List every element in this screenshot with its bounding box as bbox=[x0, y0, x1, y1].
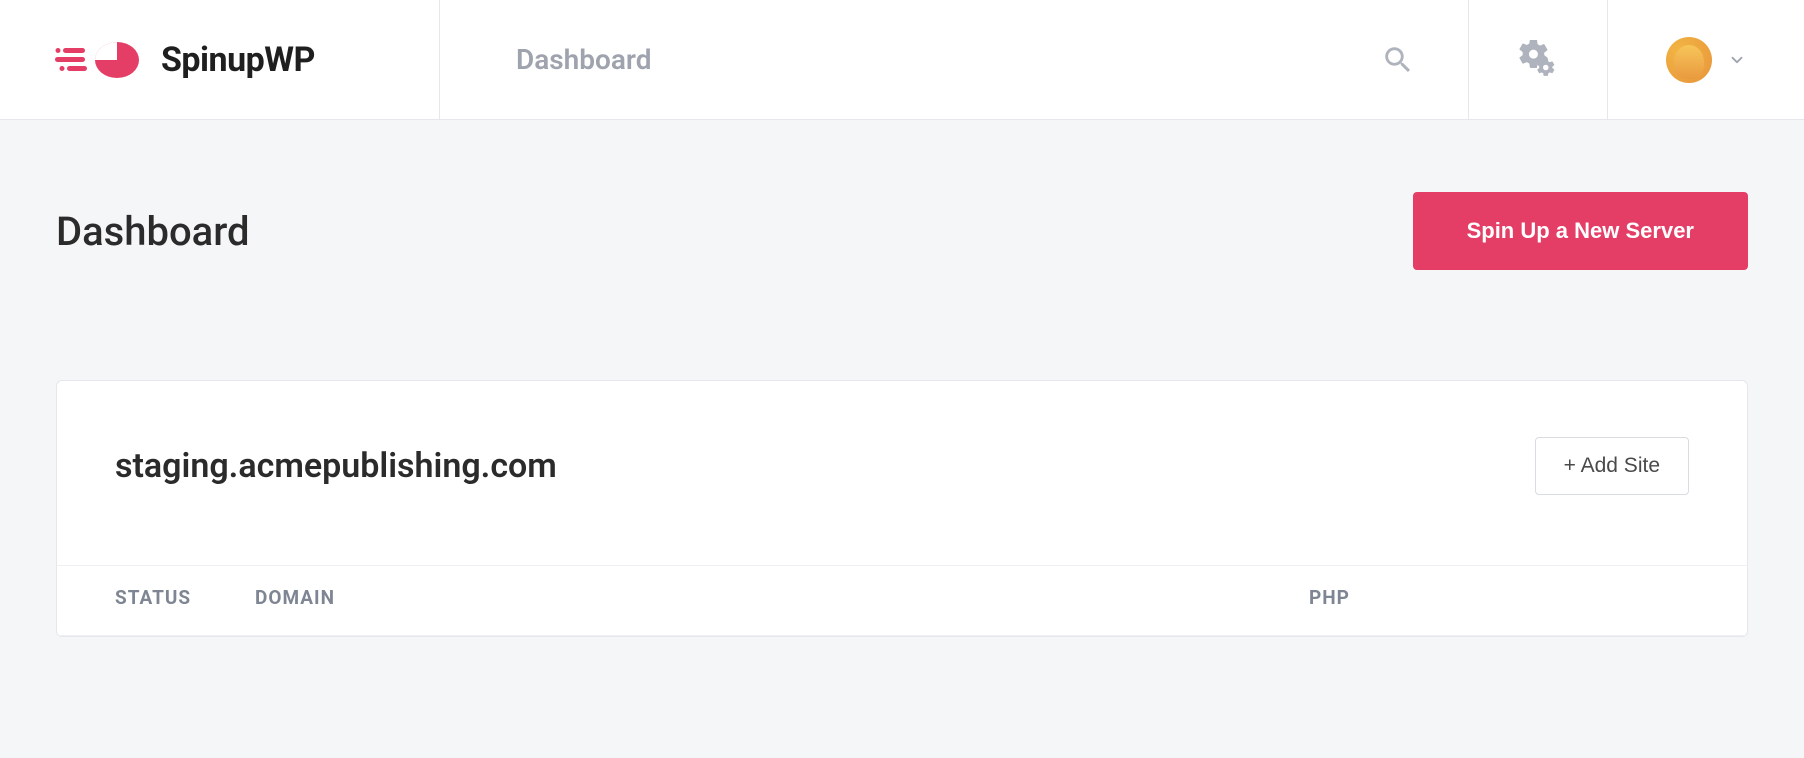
chevron-down-icon bbox=[1728, 51, 1746, 69]
server-card: staging.acmepublishing.com + Add Site ST… bbox=[56, 380, 1748, 637]
main-content: Dashboard Spin Up a New Server staging.a… bbox=[0, 120, 1804, 637]
brand-area[interactable]: SpinupWP bbox=[0, 0, 440, 119]
brand-logo: SpinupWP bbox=[55, 40, 315, 80]
search-icon bbox=[1381, 43, 1415, 77]
page-title: Dashboard bbox=[56, 208, 250, 255]
column-header-status: STATUS bbox=[115, 586, 255, 609]
top-navigation: SpinupWP Dashboard bbox=[0, 0, 1804, 120]
server-name[interactable]: staging.acmepublishing.com bbox=[115, 446, 557, 486]
sites-table-header: STATUS DOMAIN PHP bbox=[57, 565, 1747, 636]
column-header-domain: DOMAIN bbox=[255, 586, 1309, 609]
user-menu[interactable] bbox=[1608, 0, 1804, 119]
avatar bbox=[1666, 37, 1712, 83]
brand-name: SpinupWP bbox=[161, 40, 315, 80]
add-site-button[interactable]: + Add Site bbox=[1535, 437, 1689, 495]
server-card-header: staging.acmepublishing.com + Add Site bbox=[57, 381, 1747, 565]
nav-center: Dashboard bbox=[440, 0, 1328, 119]
column-header-php: PHP bbox=[1309, 586, 1689, 609]
page-header: Dashboard Spin Up a New Server bbox=[56, 192, 1748, 270]
gear-icon bbox=[1518, 40, 1558, 80]
search-button[interactable] bbox=[1328, 0, 1468, 119]
spinupwp-icon bbox=[55, 40, 147, 80]
nav-dashboard-label[interactable]: Dashboard bbox=[516, 43, 652, 76]
settings-button[interactable] bbox=[1468, 0, 1608, 119]
spin-up-server-button[interactable]: Spin Up a New Server bbox=[1413, 192, 1748, 270]
